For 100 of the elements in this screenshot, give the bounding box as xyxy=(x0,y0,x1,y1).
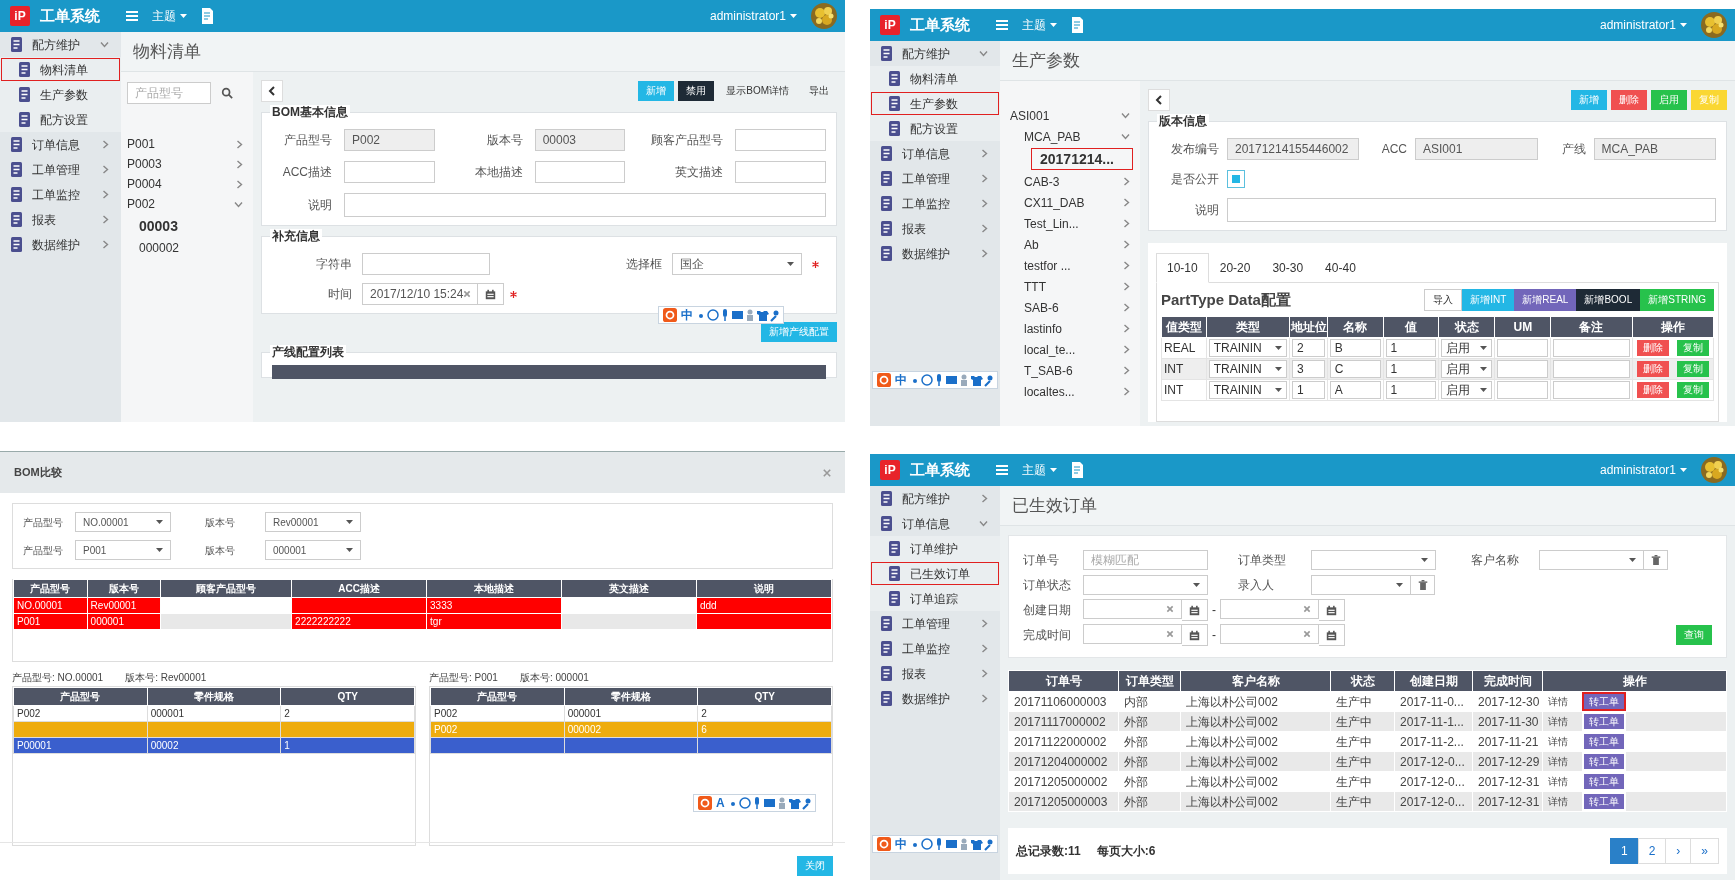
sidebar-item[interactable]: 生产参数 xyxy=(0,82,121,107)
sidebar-item[interactable]: 数据维护 xyxy=(870,241,1000,266)
sidebar-item[interactable]: 工单管理 xyxy=(0,157,121,182)
detail-link[interactable]: 详情 xyxy=(1548,776,1568,787)
name-field[interactable]: C xyxy=(1329,359,1381,378)
action-button[interactable]: 删除 xyxy=(1636,339,1669,356)
sidebar-item[interactable]: 数据维护 xyxy=(0,232,121,257)
sidebar-item[interactable]: 工单管理 xyxy=(870,166,1000,191)
sidebar-item[interactable]: 工单监控 xyxy=(870,191,1000,216)
select-field[interactable]: 000001 xyxy=(265,540,361,560)
ime-logo-icon[interactable] xyxy=(698,796,712,810)
sidebar-item[interactable]: 配方维护 xyxy=(0,32,121,57)
tree-item[interactable]: TTT xyxy=(1024,276,1134,297)
value-field[interactable]: 1 xyxy=(1385,338,1437,357)
calendar-button[interactable] xyxy=(1182,624,1208,646)
sidebar-item[interactable]: 工单监控 xyxy=(870,636,1000,661)
select-field[interactable]: 启用 xyxy=(1441,359,1493,378)
sidebar-item[interactable]: 订单信息 xyxy=(0,132,121,157)
text-field[interactable] xyxy=(344,161,435,183)
action-button[interactable]: 删除 xyxy=(1636,381,1669,398)
collapse-button[interactable] xyxy=(261,80,283,102)
select-field[interactable]: Rev00001 xyxy=(265,512,361,532)
tree-item[interactable]: lastinfo xyxy=(1024,318,1134,339)
tree-item[interactable]: T_SAB-6 xyxy=(1024,360,1134,381)
sidebar-item[interactable]: 物料清单 xyxy=(0,57,121,82)
select-field[interactable] xyxy=(1539,550,1644,570)
date-field[interactable]: 2017/12/10 15:24 xyxy=(362,283,479,305)
detail-link[interactable]: 详情 xyxy=(1548,716,1568,727)
sidebar-item[interactable]: 报表 xyxy=(870,216,1000,241)
sidebar-item[interactable]: 已生效订单 xyxy=(870,561,1000,586)
sidebar-item[interactable]: 订单信息 xyxy=(870,511,1000,536)
tree-item[interactable]: Test_Lin... xyxy=(1024,213,1134,234)
calendar-button[interactable] xyxy=(1182,599,1208,621)
date-field[interactable] xyxy=(1083,624,1182,644)
tab[interactable]: 10-10 xyxy=(1156,253,1209,283)
input-mode-button[interactable]: 中 xyxy=(895,835,907,853)
text-field[interactable] xyxy=(735,161,826,183)
date-field[interactable] xyxy=(1220,624,1319,644)
sidebar-item[interactable]: 配方维护 xyxy=(870,41,1000,66)
search-icon[interactable] xyxy=(221,87,233,99)
ime-logo-icon[interactable] xyxy=(663,308,677,322)
menu-icon[interactable] xyxy=(996,465,1008,475)
text-field[interactable]: ASI001 xyxy=(1415,138,1538,160)
sidebar-item[interactable]: 配方维护 xyxy=(870,486,1000,511)
select-field[interactable] xyxy=(1311,575,1411,595)
clear-icon[interactable] xyxy=(463,290,472,298)
tree-item[interactable]: Ab xyxy=(1024,234,1134,255)
select-field[interactable]: NO.00001 xyxy=(75,512,171,532)
tree-item[interactable]: localtes... xyxy=(1024,381,1134,402)
value-field[interactable]: 1 xyxy=(1385,359,1437,378)
sidebar-item[interactable]: 生产参数 xyxy=(870,91,1000,116)
ime-logo-icon[interactable] xyxy=(877,373,891,387)
menu-icon[interactable] xyxy=(126,11,138,21)
value-field[interactable]: 1 xyxy=(1385,380,1437,399)
date-field[interactable] xyxy=(1083,599,1182,619)
select-field[interactable]: TRAININ xyxy=(1208,338,1288,357)
date-field[interactable] xyxy=(1220,599,1319,619)
detail-link[interactable]: 详情 xyxy=(1548,736,1568,747)
ime-tools-drawing[interactable] xyxy=(728,796,811,810)
input-mode-button[interactable]: 中 xyxy=(895,371,907,389)
select-field[interactable]: TRAININ xyxy=(1208,380,1288,399)
um-field[interactable] xyxy=(1497,380,1549,399)
address-field[interactable]: 2 xyxy=(1292,338,1325,357)
document-icon[interactable] xyxy=(1071,462,1085,478)
action-button[interactable]: 禁用 xyxy=(678,81,715,101)
ime-logo-icon[interactable] xyxy=(877,837,891,851)
tree-item[interactable]: 000002 xyxy=(139,238,247,258)
sidebar-item[interactable]: 工单监控 xyxy=(0,182,121,207)
sidebar-item[interactable]: 报表 xyxy=(0,207,121,232)
action-button[interactable]: 导入 xyxy=(1424,289,1463,312)
calendar-button[interactable] xyxy=(478,283,504,305)
ime-tools-drawing[interactable] xyxy=(911,373,993,387)
convert-button[interactable]: 转工单 xyxy=(1582,692,1626,711)
tree-item[interactable]: P0004 xyxy=(127,174,247,194)
clear-icon[interactable] xyxy=(1303,605,1311,613)
tree-item[interactable]: P002 xyxy=(127,194,247,214)
sidebar-item[interactable]: 订单追踪 xyxy=(870,586,1000,611)
note-field[interactable] xyxy=(1553,338,1630,357)
clear-icon[interactable] xyxy=(1166,630,1174,638)
action-button[interactable]: 导出 xyxy=(801,81,837,101)
note-field[interactable] xyxy=(1553,359,1630,378)
text-field[interactable] xyxy=(735,129,826,151)
delete-button[interactable] xyxy=(1644,550,1668,570)
select-field[interactable]: 国企 xyxy=(672,253,802,275)
tab[interactable]: 40-40 xyxy=(1314,253,1367,283)
page-button[interactable]: 1 xyxy=(1609,838,1639,864)
document-icon[interactable] xyxy=(201,8,215,24)
menu-icon[interactable] xyxy=(996,20,1008,30)
action-button[interactable]: 新增BOOL xyxy=(1576,289,1641,312)
address-field[interactable]: 3 xyxy=(1292,359,1325,378)
select-field[interactable] xyxy=(1311,550,1436,570)
tree-item[interactable]: CAB-3 xyxy=(1024,171,1134,192)
um-field[interactable] xyxy=(1497,338,1549,357)
action-button[interactable]: 新增REAL xyxy=(1514,289,1577,312)
tree-item[interactable]: MCA_PAB xyxy=(1024,126,1134,147)
checkbox[interactable] xyxy=(1227,170,1245,188)
action-button[interactable]: 删除 xyxy=(1611,90,1647,110)
text-field[interactable]: MCA_PAB xyxy=(1593,138,1716,160)
address-field[interactable]: 1 xyxy=(1292,380,1325,399)
action-button[interactable]: 删除 xyxy=(1636,360,1669,377)
